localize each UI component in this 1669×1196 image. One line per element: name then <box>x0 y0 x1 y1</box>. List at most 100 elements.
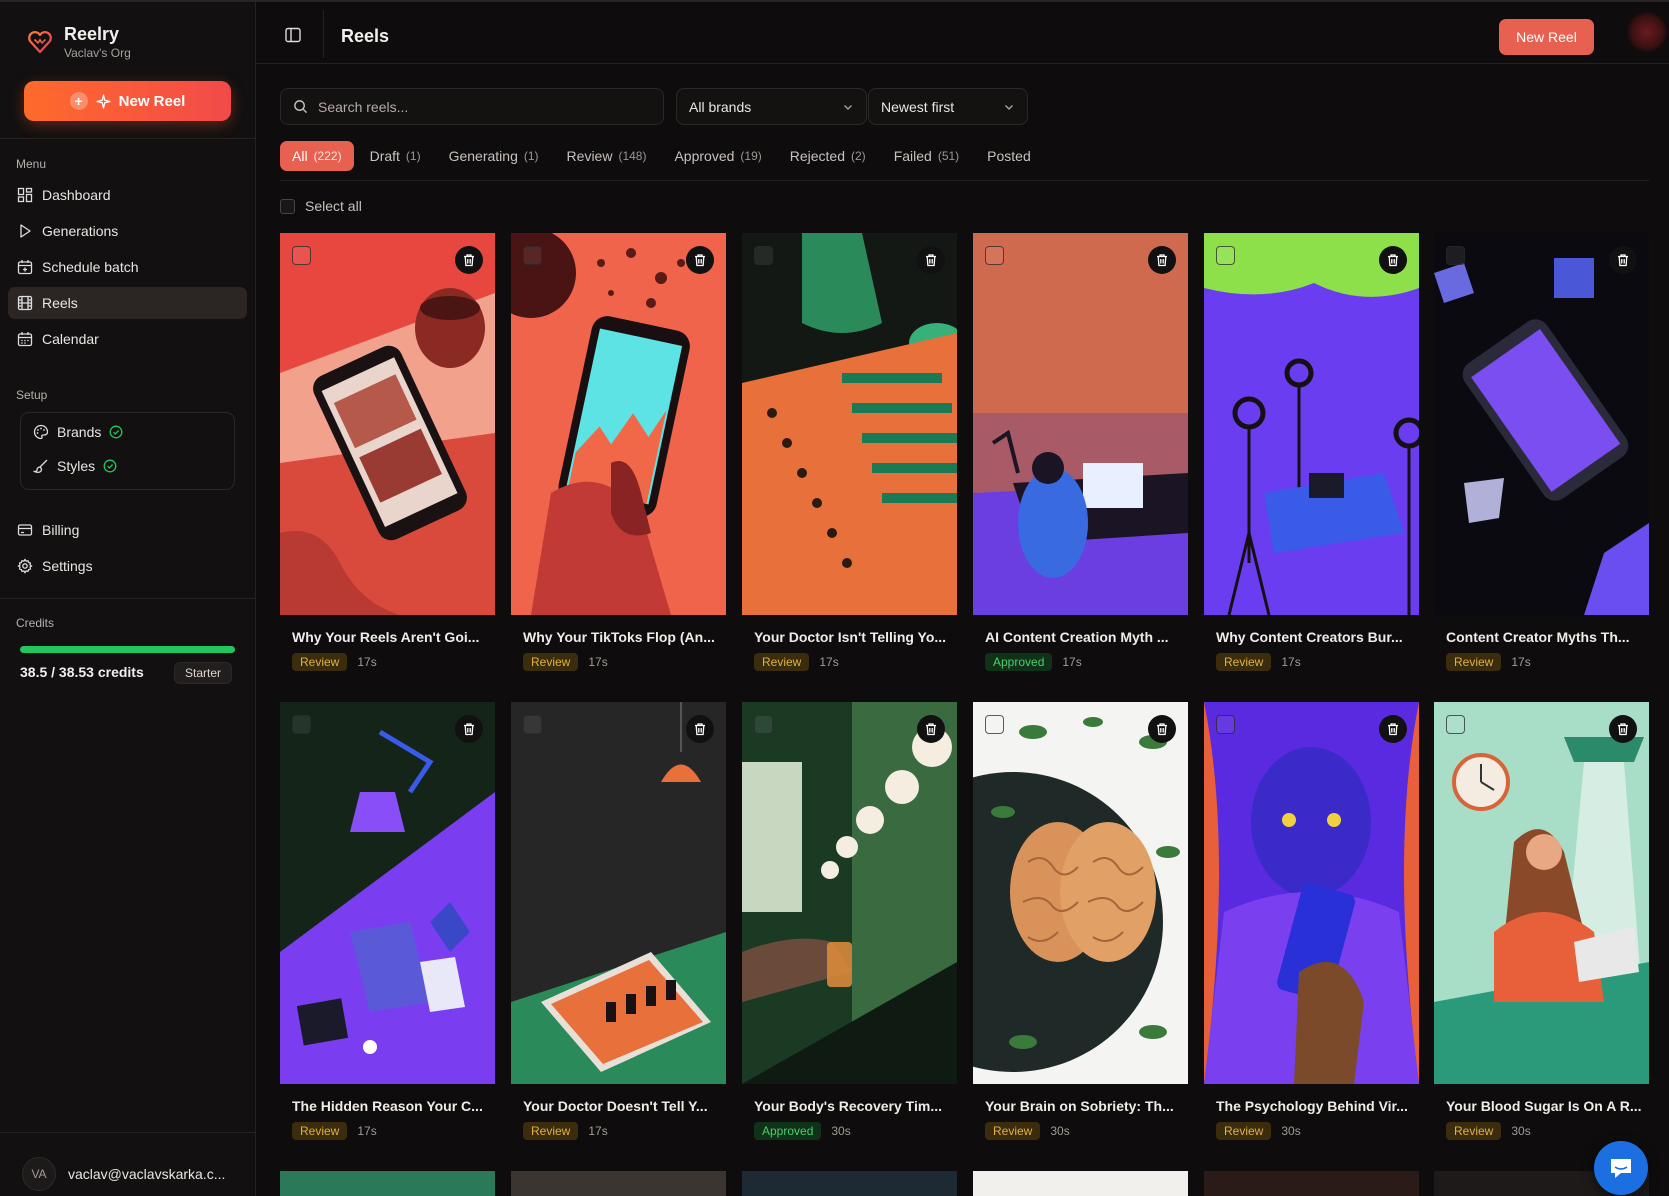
setup-item-styles[interactable]: Styles <box>33 458 117 474</box>
delete-button[interactable] <box>1609 715 1637 743</box>
delete-button[interactable] <box>917 715 945 743</box>
select-all-checkbox[interactable] <box>280 198 295 214</box>
check-circle-icon <box>109 425 123 439</box>
card-checkbox[interactable] <box>754 715 773 734</box>
credits-progress-bar <box>20 646 235 653</box>
reel-card[interactable]: Why Your Reels Aren't Goi... Review 17s <box>280 233 495 671</box>
delete-button[interactable] <box>917 246 945 274</box>
delete-button[interactable] <box>686 715 714 743</box>
delete-button[interactable] <box>1148 246 1176 274</box>
reel-card[interactable]: Your Doctor Isn't Telling Yo... Review 17… <box>742 233 957 671</box>
reel-card-partial[interactable] <box>742 1171 957 1196</box>
card-checkbox[interactable] <box>292 246 311 265</box>
reel-card[interactable]: The Hidden Reason Your C... Review 17s <box>280 702 495 1140</box>
tab-rejected[interactable]: Rejected (2) <box>778 141 878 171</box>
reel-age: 17s <box>1281 655 1301 669</box>
reel-card[interactable]: AI Content Creation Myth ... Approved 17s <box>973 233 1188 671</box>
user-menu[interactable]: VA vaclav@vaclavskarka.c... <box>22 1157 225 1191</box>
status-badge: Approved <box>754 1122 822 1140</box>
card-checkbox[interactable] <box>985 246 1004 265</box>
delete-button[interactable] <box>1379 715 1407 743</box>
sidebar-item-billing[interactable]: Billing <box>8 514 247 546</box>
reel-age: 17s <box>819 655 839 669</box>
tab-label: Generating <box>448 148 518 164</box>
sort-select[interactable]: Newest first <box>868 88 1028 125</box>
status-badge: Review <box>754 653 810 671</box>
reel-title: Your Brain on Sobriety: Th... <box>985 1098 1174 1114</box>
reel-card[interactable]: The Psychology Behind Vir... Review 30s <box>1204 702 1419 1140</box>
reel-card-partial[interactable] <box>280 1171 495 1196</box>
status-badge: Review <box>985 1122 1041 1140</box>
reel-thumbnail[interactable] <box>973 233 1188 615</box>
tab-posted[interactable]: Posted <box>975 141 1043 171</box>
top-header: Reels New Reel <box>256 2 1669 64</box>
reel-card[interactable]: Your Doctor Doesn't Tell Y... Review 17s <box>511 702 726 1140</box>
reel-thumbnail[interactable] <box>1204 702 1419 1084</box>
reel-age: 17s <box>1062 655 1082 669</box>
reel-thumbnail[interactable] <box>280 702 495 1084</box>
reel-thumbnail[interactable] <box>1434 702 1649 1084</box>
delete-button[interactable] <box>455 715 483 743</box>
tab-all[interactable]: All (222) <box>280 141 354 171</box>
reel-thumbnail[interactable] <box>742 702 957 1084</box>
reel-card[interactable]: Why Your TikToks Flop (An... Review 17s <box>511 233 726 671</box>
sidebar: Reelry Vaclav's Org + New Reel Menu Dash… <box>0 2 256 1196</box>
calendar-plus-icon <box>17 260 33 275</box>
reel-thumbnail[interactable] <box>1204 233 1419 615</box>
reel-thumbnail[interactable] <box>511 233 726 615</box>
setup-item-brands[interactable]: Brands <box>33 424 123 440</box>
delete-button[interactable] <box>686 246 714 274</box>
sparkles-icon <box>95 93 111 109</box>
card-checkbox[interactable] <box>1216 246 1235 265</box>
card-checkbox[interactable] <box>1216 715 1235 734</box>
sidebar-item-calendar[interactable]: Calendar <box>8 323 247 355</box>
card-checkbox[interactable] <box>523 246 542 265</box>
reel-thumbnail[interactable] <box>1434 233 1649 615</box>
sidebar-new-reel-button[interactable]: + New Reel <box>24 81 231 121</box>
brand-logo[interactable]: Reelry Vaclav's Org <box>26 24 131 60</box>
delete-button[interactable] <box>1609 246 1637 274</box>
header-avatar[interactable] <box>1627 12 1667 52</box>
chat-support-button[interactable] <box>1594 1141 1648 1195</box>
reel-title: The Hidden Reason Your C... <box>292 1098 483 1114</box>
reel-thumbnail[interactable] <box>511 702 726 1084</box>
reel-card[interactable]: Your Body's Recovery Tim... Approved 30s <box>742 702 957 1140</box>
reel-card-partial[interactable] <box>973 1171 1188 1196</box>
tab-generating[interactable]: Generating (1) <box>437 141 551 171</box>
reel-thumbnail[interactable] <box>742 233 957 615</box>
delete-button[interactable] <box>1379 246 1407 274</box>
heart-logo-icon <box>28 31 52 54</box>
select-all[interactable]: Select all <box>280 198 362 214</box>
reel-card-partial[interactable] <box>1204 1171 1419 1196</box>
reel-card[interactable]: Why Content Creators Bur... Review 17s <box>1204 233 1419 671</box>
reel-card[interactable]: Your Blood Sugar Is On A R... Review 30s <box>1434 702 1649 1140</box>
tab-label: Review <box>566 148 613 164</box>
delete-button[interactable] <box>1148 715 1176 743</box>
toggle-sidebar-icon[interactable] <box>284 26 302 44</box>
reel-thumbnail[interactable] <box>280 233 495 615</box>
reel-card-partial[interactable] <box>511 1171 726 1196</box>
reel-card[interactable]: Content Creator Myths Th... Review 17s <box>1434 233 1649 671</box>
card-checkbox[interactable] <box>985 715 1004 734</box>
search-input[interactable] <box>318 98 638 115</box>
card-checkbox[interactable] <box>754 246 773 265</box>
card-checkbox[interactable] <box>523 715 542 734</box>
tab-draft[interactable]: Draft (1) <box>358 141 433 171</box>
tab-approved[interactable]: Approved (19) <box>662 141 773 171</box>
reel-thumbnail[interactable] <box>973 702 1188 1084</box>
reel-card[interactable]: Your Brain on Sobriety: Th... Review 30s <box>973 702 1188 1140</box>
sidebar-item-reels[interactable]: Reels <box>8 287 247 319</box>
card-checkbox[interactable] <box>1446 715 1465 734</box>
tab-review[interactable]: Review (148) <box>555 141 659 171</box>
tab-label: Posted <box>987 148 1031 164</box>
sidebar-item-settings[interactable]: Settings <box>8 550 247 582</box>
sidebar-item-generations[interactable]: Generations <box>8 215 247 247</box>
card-checkbox[interactable] <box>292 715 311 734</box>
header-new-reel-button[interactable]: New Reel <box>1499 19 1594 55</box>
sidebar-item-dashboard[interactable]: Dashboard <box>8 179 247 211</box>
tab-failed[interactable]: Failed (51) <box>882 141 971 171</box>
card-checkbox[interactable] <box>1446 246 1465 265</box>
brand-select[interactable]: All brands <box>676 88 867 125</box>
delete-button[interactable] <box>455 246 483 274</box>
sidebar-item-schedule-batch[interactable]: Schedule batch <box>8 251 247 283</box>
